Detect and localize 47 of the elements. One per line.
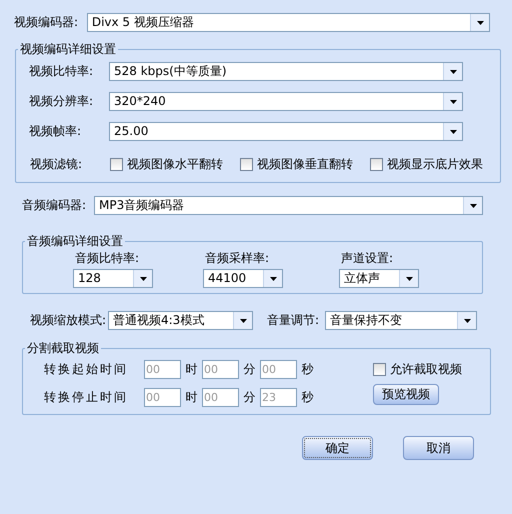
dropdown[interactable]: 528 kbps(中等质量) (109, 62, 463, 81)
field-label: 视频缩放模式: (30, 312, 108, 329)
dropdown-arrow-icon (470, 204, 476, 208)
dropdown-arrow-icon (450, 70, 456, 74)
unit-label: 秒 (300, 389, 314, 406)
group-title: 音频编码详细设置 (26, 233, 124, 250)
field-label: 视频比特率: (29, 63, 94, 80)
dropdown[interactable]: 立体声 (339, 269, 419, 288)
unit-label: 时 (184, 361, 198, 378)
dropdown-arrow-icon (450, 100, 456, 104)
field-label: 视频滤镜: (30, 156, 84, 173)
dropdown[interactable]: 44100 (203, 269, 283, 288)
field-label: 音频比特率: (74, 250, 140, 267)
dropdown[interactable]: 128 (73, 269, 153, 288)
dropdown-arrow-icon (476, 20, 484, 24)
dropdown[interactable]: 25.00 (109, 122, 463, 141)
field-label: 视频帧率: (29, 123, 82, 140)
dropdown-arrow-icon (240, 318, 246, 322)
dropdown[interactable]: MP3音频编码器 (94, 196, 483, 215)
field-label: 音量调节: (267, 312, 320, 329)
field-label: 转换停止时间 (44, 389, 129, 406)
group-title: 视频编码详细设置 (19, 41, 117, 58)
dropdown-arrow-icon (406, 276, 412, 280)
dropdown-arrow-icon (450, 130, 456, 134)
field-label: 转换起始时间 (44, 361, 129, 378)
group-title: 分割截取视频 (26, 340, 100, 357)
dropdown[interactable]: 音量保持不变 (325, 311, 477, 330)
dropdown[interactable]: 320*240 (109, 92, 463, 111)
dropdown[interactable]: 普通视频4:3模式 (108, 311, 253, 330)
field-label: 声道设置: (340, 250, 394, 267)
checkbox[interactable]: 视频图像垂直翻转 (240, 156, 370, 173)
dialog-button[interactable]: 确定 (302, 436, 373, 460)
unit-label: 分 (242, 389, 256, 406)
unit-label: 分 (242, 361, 256, 378)
field-label: 视频分辨率: (29, 93, 94, 110)
field-label: 音频编码器: (22, 197, 88, 214)
dropdown-arrow-icon (464, 318, 470, 322)
field-label: 视频编码器: (14, 14, 80, 31)
dropdown-arrow-icon (140, 276, 146, 280)
field-label: 音频采样率: (204, 250, 270, 267)
unit-label: 秒 (300, 361, 314, 378)
unit-label: 时 (184, 389, 198, 406)
dialog-button[interactable]: 取消 (403, 436, 474, 460)
checkbox[interactable]: 视频图像水平翻转 (110, 156, 240, 173)
checkbox[interactable]: 视频显示底片效果 (370, 156, 500, 173)
dropdown[interactable]: Divx 5 视频压缩器 (86, 13, 490, 32)
dropdown-arrow-icon (270, 276, 276, 280)
